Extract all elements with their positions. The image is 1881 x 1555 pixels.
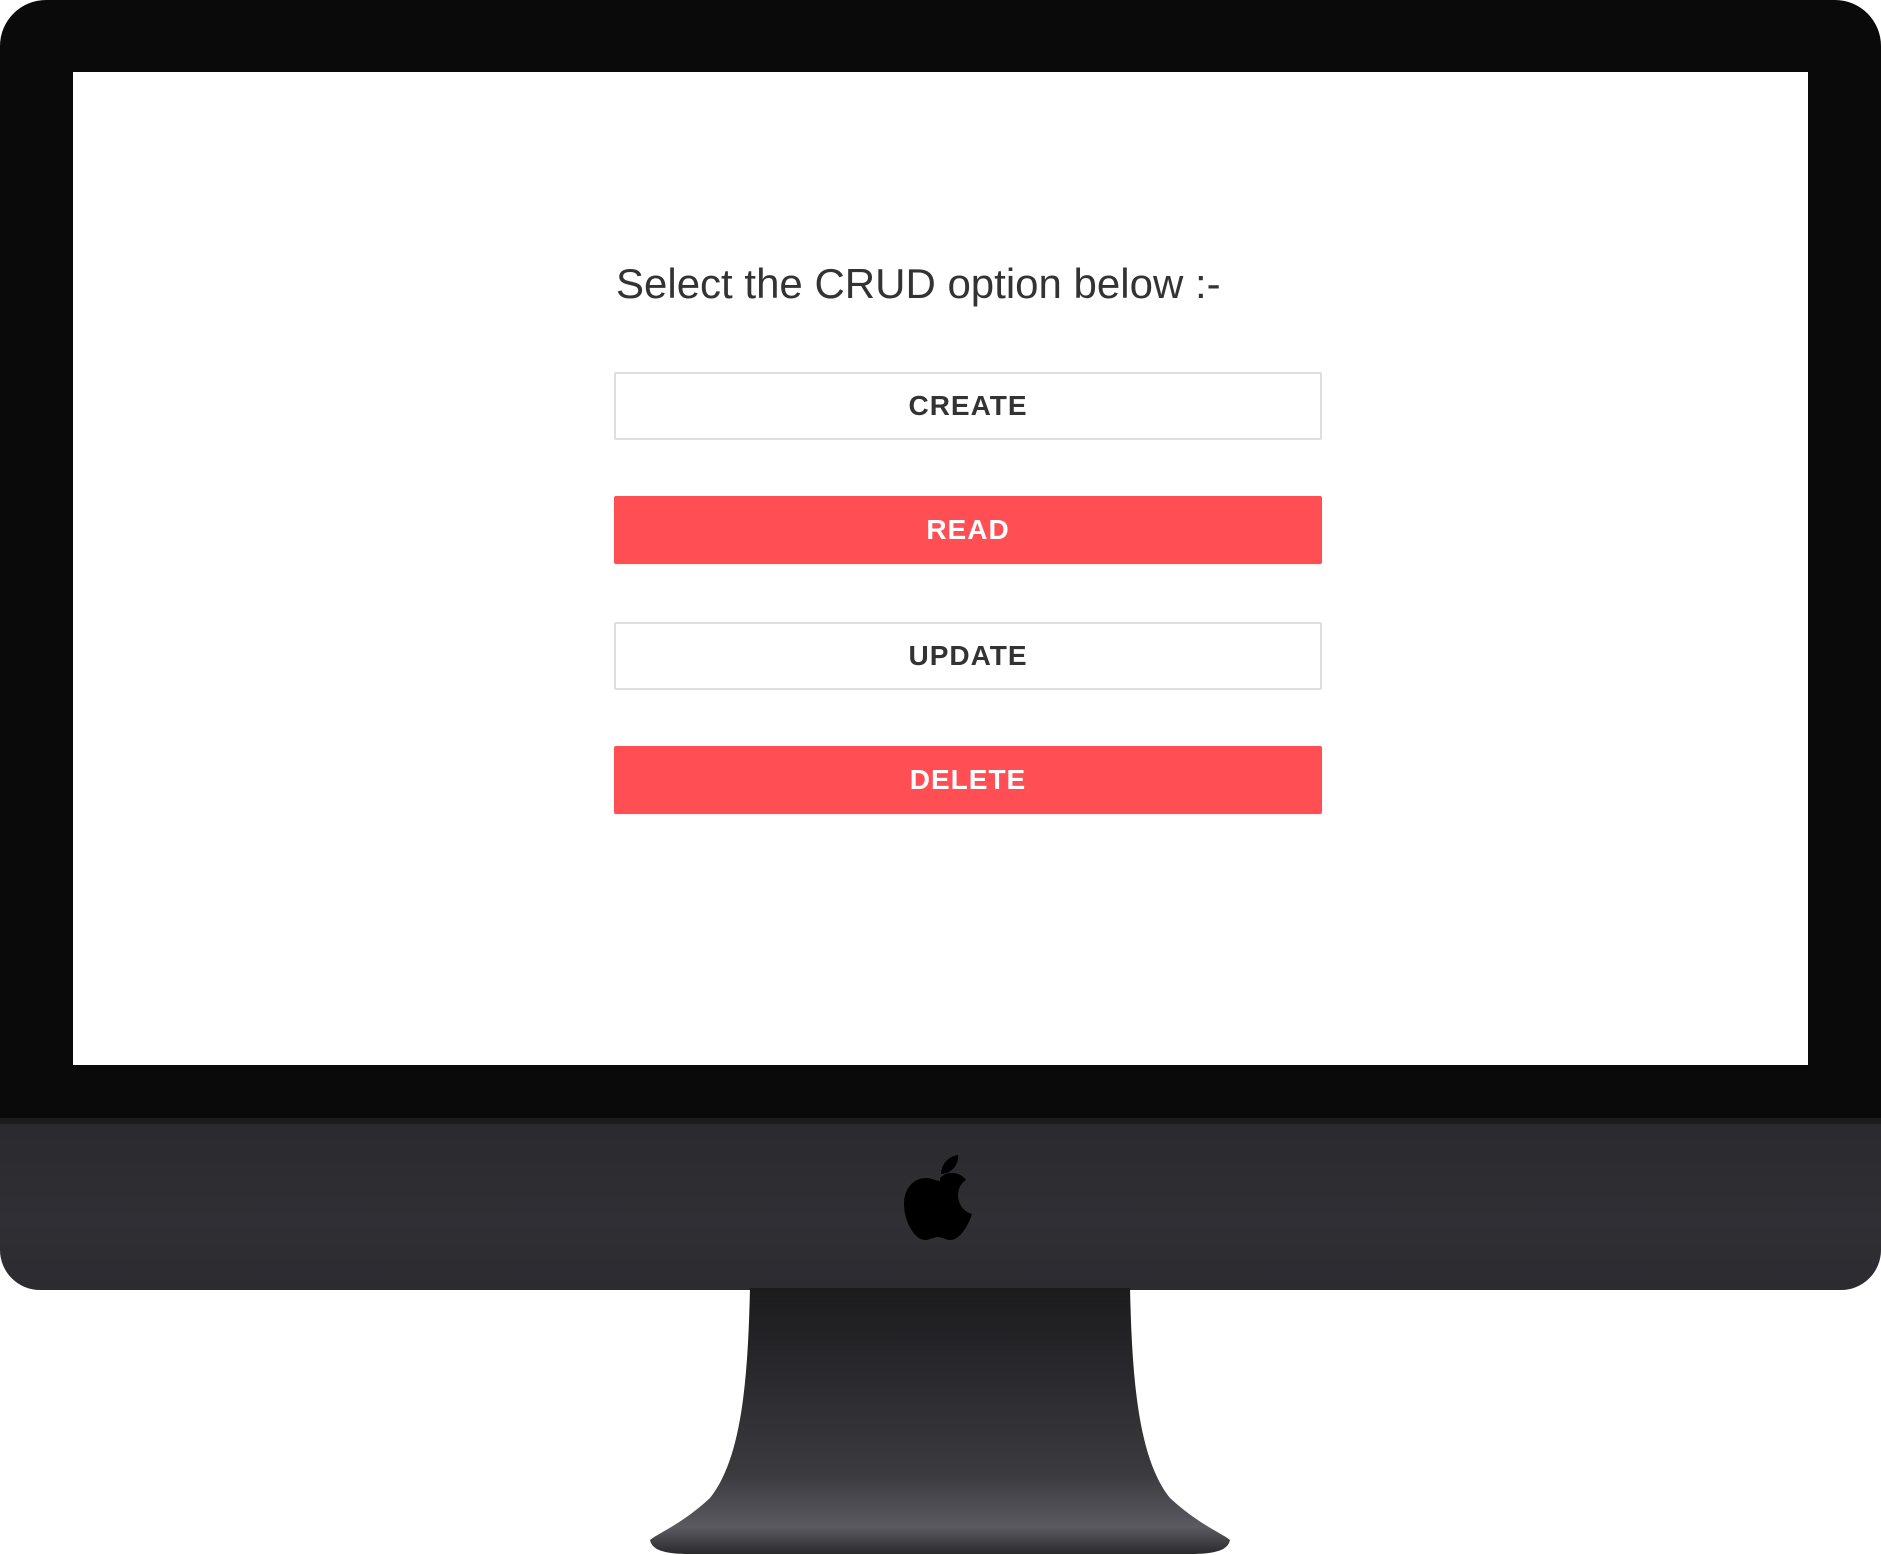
page-title: Select the CRUD option below :- [616,260,1221,307]
imac-mockup: Select the CRUD option below :- CREATE R… [0,0,1881,1555]
monitor-screen: Select the CRUD option below :- CREATE R… [73,72,1808,1065]
monitor-stand [650,1288,1230,1554]
read-button[interactable]: READ [614,496,1322,564]
create-button[interactable]: CREATE [614,372,1322,440]
apple-logo-icon [904,1155,972,1240]
update-button[interactable]: UPDATE [614,622,1322,690]
delete-button[interactable]: DELETE [614,746,1322,814]
chin-divider [0,1118,1881,1124]
